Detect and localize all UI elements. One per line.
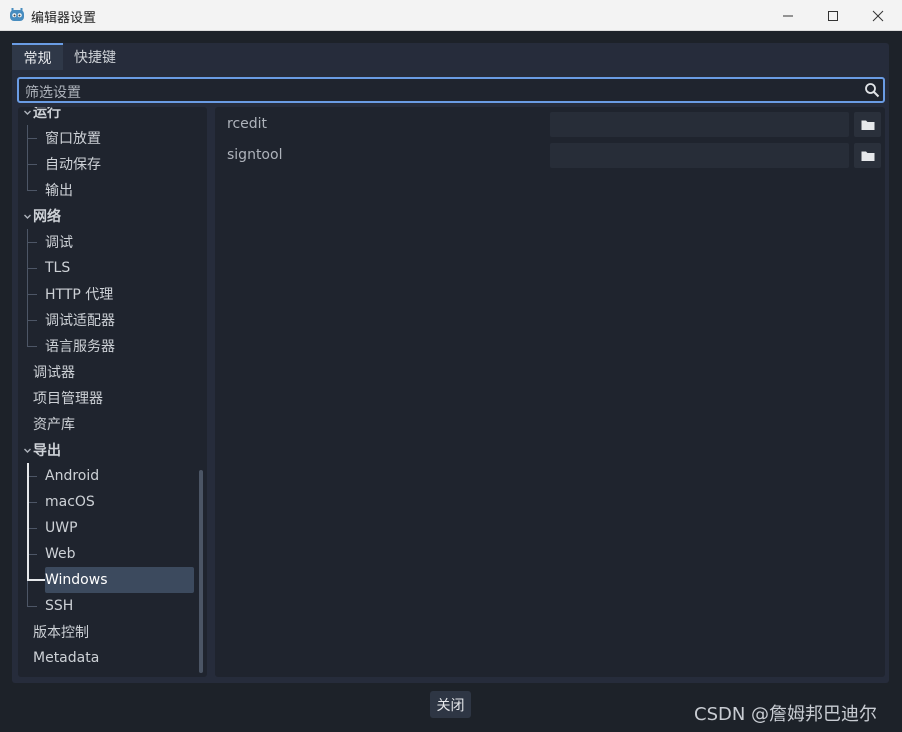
- tree-item-label: 窗口放置: [45, 131, 101, 147]
- tree-item-run[interactable]: 运行: [18, 107, 198, 125]
- close-button-label: 关闭: [436, 697, 465, 714]
- search-input[interactable]: 筛选设置: [17, 77, 885, 103]
- search-icon[interactable]: [864, 82, 880, 98]
- property-label-rcedit: rcedit: [227, 116, 268, 132]
- tree-item-debugger[interactable]: 调试器: [18, 359, 198, 385]
- tree-item-label: Web: [45, 546, 76, 562]
- close-icon: [872, 10, 884, 21]
- tree-item-project-manager[interactable]: 项目管理器: [18, 385, 198, 411]
- settings-tree[interactable]: 运行 窗口放置 自动保存 输出 网络 调试 TLS HTTP 代理 调试适配器 …: [18, 107, 207, 677]
- tree-item-autosave[interactable]: 自动保存: [18, 151, 198, 177]
- chevron-down-icon[interactable]: [23, 108, 32, 117]
- tree-item-version-control[interactable]: 版本控制: [18, 619, 198, 645]
- tree-item-tls[interactable]: TLS: [18, 255, 198, 281]
- tree-item-label: TLS: [45, 260, 71, 276]
- godot-icon: [10, 8, 24, 21]
- tree-item-metadata[interactable]: Metadata: [18, 645, 198, 671]
- tree-item-label: SSH: [45, 598, 74, 614]
- tree-item-macos[interactable]: macOS: [18, 489, 198, 515]
- search-placeholder: 筛选设置: [25, 85, 81, 101]
- tree-item-label: Windows: [45, 572, 108, 588]
- rcedit-path-field[interactable]: [550, 112, 849, 137]
- tree-item-label: Metadata: [33, 650, 100, 666]
- tree-item-windows[interactable]: Windows: [18, 567, 198, 593]
- tree-item-ssh[interactable]: SSH: [18, 593, 198, 619]
- tree-item-label: 调试适配器: [45, 313, 115, 329]
- tree-item-http-proxy[interactable]: HTTP 代理: [18, 281, 198, 307]
- close-button[interactable]: 关闭: [430, 691, 471, 718]
- signtool-path-field[interactable]: [550, 143, 849, 168]
- tree-item-network[interactable]: 网络: [18, 203, 198, 229]
- tree-item-label: macOS: [45, 494, 95, 510]
- tree-item-asset-library[interactable]: 资产库: [18, 411, 198, 437]
- tab-general[interactable]: 常规: [12, 43, 63, 70]
- tree-item-label: 导出: [33, 443, 61, 459]
- tree-scroll-thumb[interactable]: [199, 470, 203, 673]
- folder-icon: [861, 120, 874, 130]
- title-bar: 编辑器设置: [0, 0, 902, 31]
- tree-item-label: 输出: [45, 183, 73, 199]
- tree-scrollbar[interactable]: [199, 110, 203, 673]
- tree-item-label: UWP: [45, 520, 78, 536]
- maximize-icon: [828, 10, 838, 21]
- tree-item-label: 运行: [33, 107, 61, 121]
- tab-shortcuts[interactable]: 快捷键: [63, 43, 127, 70]
- property-label-signtool: signtool: [227, 147, 283, 163]
- minimize-icon: [783, 15, 793, 16]
- rcedit-browse-button[interactable]: [854, 112, 881, 137]
- tree-item-label: 调试: [45, 235, 73, 251]
- tree-item-debug-adapter[interactable]: 调试适配器: [18, 307, 198, 333]
- maximize-button[interactable]: [810, 0, 856, 31]
- window-title: 编辑器设置: [31, 11, 97, 26]
- watermark: CSDN @詹姆邦巴迪尔: [694, 704, 878, 725]
- tree-item-android[interactable]: Android: [18, 463, 198, 489]
- tree-item-output[interactable]: 输出: [18, 177, 198, 203]
- tree-item-label: Android: [45, 468, 100, 484]
- tree-item-label: HTTP 代理: [45, 287, 114, 303]
- chevron-down-icon[interactable]: [23, 212, 32, 221]
- folder-icon: [861, 151, 874, 161]
- tree-item-language-server[interactable]: 语言服务器: [18, 333, 198, 359]
- tab-general-label: 常规: [23, 50, 52, 67]
- window-close-button[interactable]: [855, 0, 901, 31]
- properties-panel: rcedit signtool: [215, 107, 885, 677]
- chevron-down-icon[interactable]: [23, 446, 32, 455]
- tree-item-label: 资产库: [33, 417, 75, 433]
- tree-item-label: 语言服务器: [45, 339, 115, 355]
- tree-item-export[interactable]: 导出: [18, 437, 198, 463]
- tree-item-uwp[interactable]: UWP: [18, 515, 198, 541]
- tree-item-window-placement[interactable]: 窗口放置: [18, 125, 198, 151]
- minimize-button[interactable]: [765, 0, 811, 31]
- tree-item-label: 自动保存: [45, 157, 101, 173]
- tree-item-label: 调试器: [33, 365, 75, 381]
- tree-item-debug[interactable]: 调试: [18, 229, 198, 255]
- tab-shortcuts-label: 快捷键: [74, 49, 116, 66]
- tree-item-label: 网络: [33, 209, 61, 225]
- tree-item-web[interactable]: Web: [18, 541, 198, 567]
- signtool-browse-button[interactable]: [854, 143, 881, 168]
- tree-item-label: 项目管理器: [33, 391, 103, 407]
- tree-item-label: 版本控制: [33, 625, 89, 641]
